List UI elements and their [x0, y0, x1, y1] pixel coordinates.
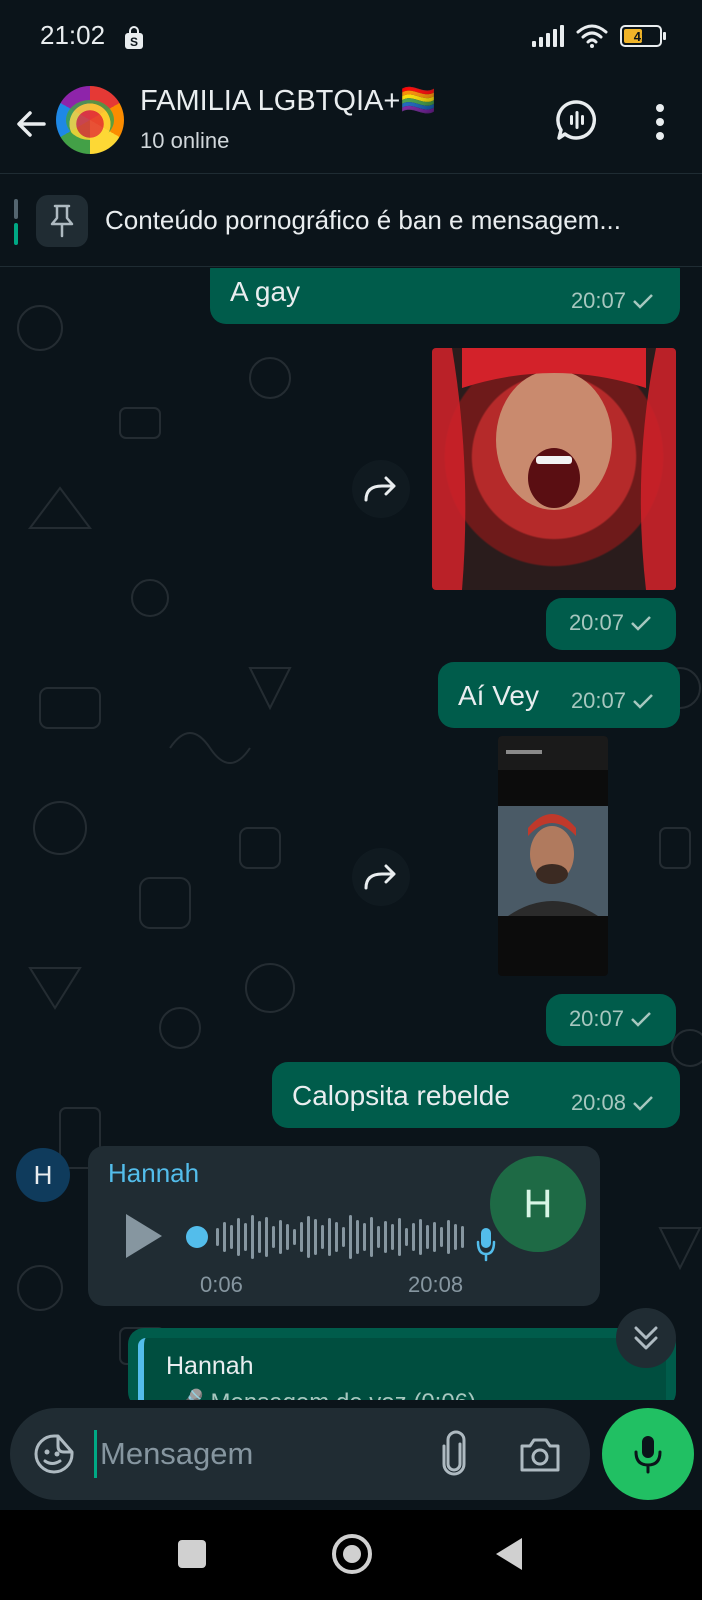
play-icon[interactable] [126, 1214, 162, 1258]
forward-button[interactable] [352, 848, 410, 906]
system-back-button[interactable] [496, 1538, 522, 1570]
group-avatar[interactable] [56, 86, 124, 154]
message-time: 20:07 [568, 1006, 624, 1031]
message-meta: 20:07 [569, 610, 652, 636]
image-content [498, 736, 608, 916]
image-time-bubble: 20:07 [546, 598, 676, 650]
pinned-indicator [14, 199, 18, 245]
signal-icon [532, 25, 564, 47]
image-message[interactable] [498, 736, 608, 976]
forward-button[interactable] [352, 460, 410, 518]
voice-waveform[interactable] [216, 1212, 464, 1262]
composer-pill[interactable] [10, 1408, 590, 1500]
outgoing-message[interactable]: Aí Vey 20:07 [438, 662, 680, 728]
group-status: 10 online [140, 128, 230, 153]
message-time: 20:07 [570, 288, 626, 313]
voice-duration: 0:06 [200, 1272, 243, 1297]
image-message[interactable] [432, 348, 676, 590]
pin-icon [36, 195, 88, 247]
message-text: Aí Vey [458, 680, 539, 711]
status-time: 21:02 [40, 20, 106, 50]
wifi-icon [576, 24, 608, 48]
quoted-sender: Hannah [166, 1352, 254, 1380]
outgoing-message[interactable]: A gay 20:07 [210, 268, 680, 324]
message-time: 20:08 [408, 1272, 464, 1297]
outgoing-message[interactable]: Calopsita rebelde 20:08 [272, 1062, 680, 1128]
sent-check-icon [631, 1012, 651, 1027]
message-time: 20:07 [570, 688, 626, 713]
sender-avatar[interactable]: H [16, 1148, 70, 1202]
sticker-emoji-icon[interactable] [32, 1432, 76, 1476]
scroll-to-bottom-button[interactable] [616, 1308, 676, 1368]
voice-sender-avatar[interactable]: H [490, 1156, 586, 1252]
quoted-preview: 🎤 Mensagem de voz (0:06) [174, 1388, 476, 1400]
more-options-icon[interactable] [648, 102, 672, 142]
camera-icon[interactable] [518, 1434, 562, 1474]
message-input[interactable] [100, 1430, 420, 1478]
shopping-bag-icon: S [125, 26, 143, 49]
voice-record-button[interactable] [602, 1408, 694, 1500]
sent-check-icon [631, 616, 651, 631]
status-bar: 21:02 S 41 [0, 0, 702, 76]
status-indicators: 41 [532, 24, 666, 48]
forward-icon [364, 864, 396, 890]
voice-chat-icon[interactable] [555, 98, 599, 142]
message-time: 20:07 [568, 610, 624, 635]
message-text: A gay [230, 276, 301, 307]
message-meta: 20:07 [571, 288, 654, 314]
home-button[interactable] [332, 1534, 372, 1574]
forward-icon [364, 476, 396, 502]
voice-note-mic-icon [476, 1228, 496, 1262]
battery-level: 41 [633, 28, 649, 44]
chat-header: FAMILIA LGBTQIA+🏳️‍🌈 10 online [0, 76, 702, 174]
double-chevron-down-icon [634, 1326, 658, 1350]
sender-name[interactable]: Hannah [108, 1158, 199, 1189]
message-time: 20:08 [570, 1090, 626, 1115]
back-arrow-icon[interactable] [14, 104, 52, 144]
pinned-message-text: Conteúdo pornográfico é ban e mensagem..… [105, 205, 622, 235]
sent-check-icon [633, 1096, 653, 1111]
paperclip-icon[interactable] [436, 1430, 472, 1478]
outgoing-reply-message[interactable]: Hannah 🎤 Mensagem de voz (0:06) [128, 1328, 676, 1400]
group-name[interactable]: FAMILIA LGBTQIA+🏳️‍🌈 [140, 84, 436, 118]
quoted-message[interactable]: Hannah 🎤 Mensagem de voz (0:06) [138, 1338, 666, 1400]
message-meta: 20:07 [571, 688, 654, 714]
recents-button[interactable] [178, 1540, 206, 1568]
system-nav-bar [0, 1510, 702, 1600]
message-meta: 20:08 [571, 1090, 654, 1116]
svg-text:S: S [130, 35, 138, 49]
sent-check-icon [633, 294, 653, 309]
microphone-icon [634, 1436, 662, 1474]
battery-icon: 41 [620, 25, 666, 47]
playback-position-handle[interactable] [186, 1226, 208, 1248]
sent-check-icon [633, 694, 653, 709]
image-time-bubble: 20:07 [546, 994, 676, 1046]
pinned-message-bar[interactable]: Conteúdo pornográfico é ban e mensagem..… [0, 175, 702, 267]
chat-area[interactable]: A gay 20:07 20:07 Aí Vey 20:07 20:07 Cal… [0, 268, 702, 1400]
message-text: Calopsita rebelde [292, 1080, 510, 1111]
composer-bar [0, 1400, 702, 1510]
text-cursor [94, 1430, 97, 1478]
image-content [432, 348, 676, 590]
message-meta: 20:07 [569, 1006, 652, 1032]
